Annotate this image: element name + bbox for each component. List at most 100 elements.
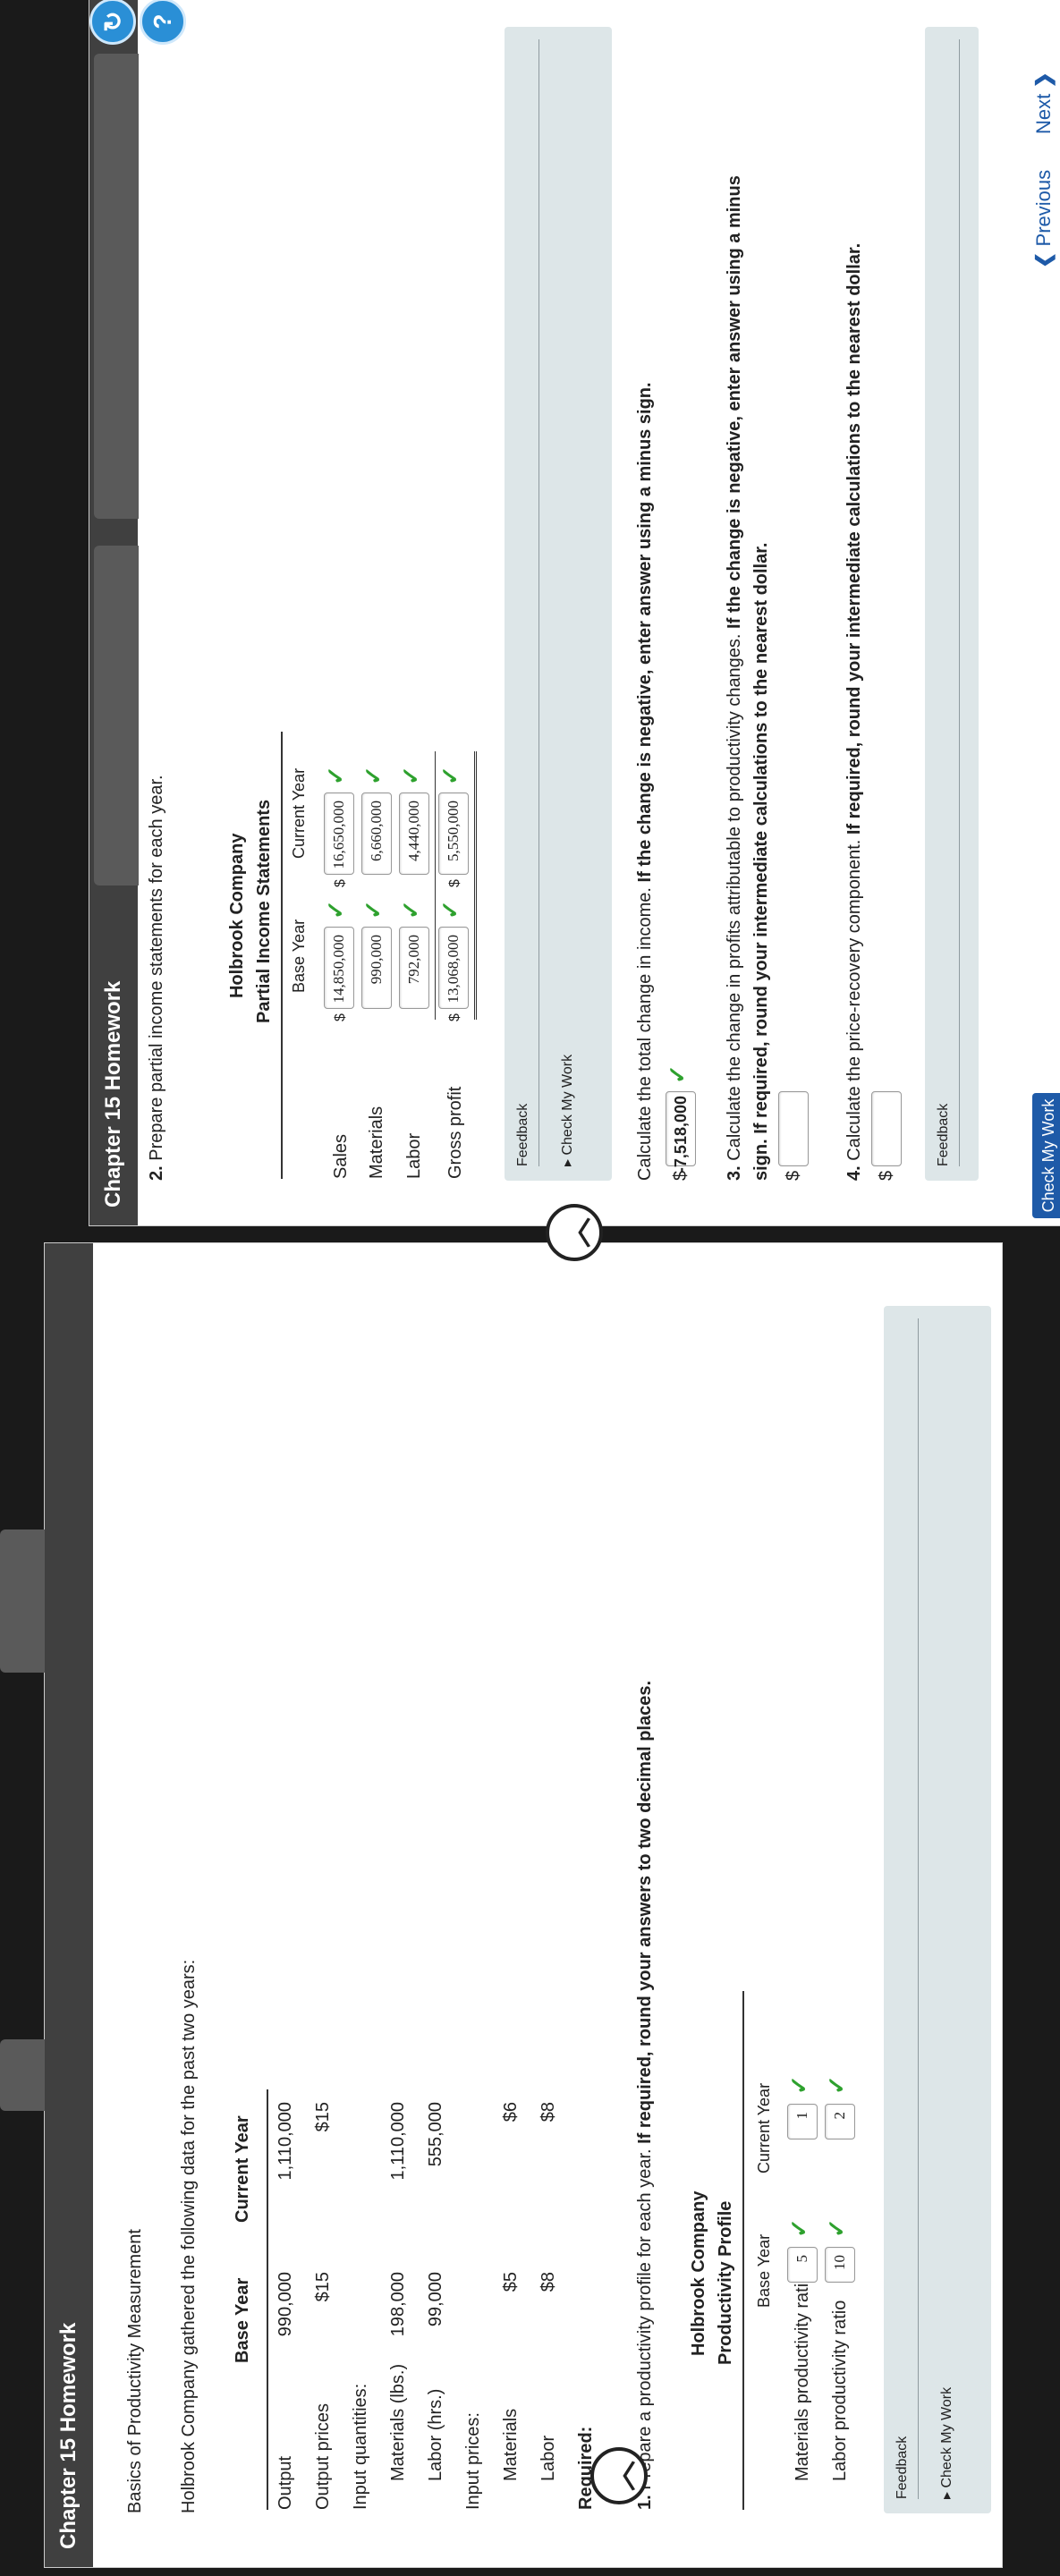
statement-company: Holbrook Company bbox=[227, 833, 247, 998]
statement-title-line bbox=[281, 732, 283, 1179]
previous-button[interactable]: ❮ Previous bbox=[1032, 170, 1056, 268]
dollar-sign: $ bbox=[447, 1013, 462, 1021]
panel2-tab-1[interactable] bbox=[94, 54, 139, 519]
feedback-box bbox=[505, 27, 612, 1181]
panel1-tab-1[interactable] bbox=[0, 2039, 45, 2111]
feedback-label: Feedback bbox=[936, 1103, 951, 1166]
row-label: Output prices bbox=[313, 2403, 333, 2510]
row-label: Output bbox=[276, 2455, 295, 2510]
correct-check-icon: ✓ bbox=[437, 766, 463, 785]
correct-check-icon: ✓ bbox=[785, 2075, 812, 2095]
row-base: 198,000 bbox=[388, 2272, 408, 2337]
profile-col-current: Current Year bbox=[755, 2082, 773, 2174]
row-current: $6 bbox=[501, 2102, 521, 2123]
statement-row-label: Sales bbox=[331, 1133, 351, 1179]
labor-ratio-current-input[interactable]: 2 bbox=[825, 2104, 855, 2140]
feedback-divider bbox=[538, 39, 539, 1166]
homework-panel-1: Chapter 15 Homework Basics of Productivi… bbox=[45, 1243, 1002, 2567]
statement-col-base: Base Year bbox=[290, 919, 308, 993]
labor-current-input[interactable]: 4,440,000 bbox=[399, 792, 429, 875]
subtotal-line bbox=[435, 751, 436, 1020]
row-current: $15 bbox=[313, 2102, 333, 2132]
panel1-header: Chapter 15 Homework bbox=[45, 1243, 93, 2567]
homework-panel-2: Chapter 15 Homework 2. Prepare partial i… bbox=[89, 0, 1060, 1225]
labor-ratio-base-input[interactable]: 10 bbox=[825, 2247, 855, 2283]
panel2-tab-2[interactable] bbox=[94, 546, 139, 886]
check-my-work-button[interactable]: Check My Work bbox=[1032, 1093, 1060, 1218]
collapse-up-icon[interactable]: ︿ bbox=[590, 2447, 648, 2504]
row-label: Input prices: bbox=[463, 2412, 483, 2510]
row-current: 1,110,000 bbox=[276, 2102, 295, 2181]
materials-ratio-base-input[interactable]: 5 bbox=[787, 2247, 818, 2283]
dollar-sign: $ bbox=[784, 1170, 803, 1181]
chevron-left-icon: ❮ bbox=[1032, 251, 1055, 268]
materials-ratio-current-input[interactable]: 1 bbox=[787, 2104, 818, 2140]
collapse-up-icon[interactable]: ︿ bbox=[546, 1204, 603, 1261]
statement-row-label: Materials bbox=[367, 1106, 386, 1179]
refresh-icon[interactable]: ↻ bbox=[89, 0, 136, 45]
gross-profit-base-input[interactable]: 13,068,000 bbox=[438, 927, 469, 1009]
profile-title: Productivity Profile bbox=[716, 2200, 735, 2365]
question-3-line1: 3. Calculate the change in profits attri… bbox=[725, 175, 745, 1181]
problem-intro: Holbrook Company gathered the following … bbox=[179, 1959, 199, 2513]
total-double-line bbox=[474, 751, 477, 1020]
q4-instruction: If required, round your intermediate cal… bbox=[844, 242, 864, 835]
correct-check-icon: ✓ bbox=[360, 900, 386, 919]
feedback-divider bbox=[959, 39, 960, 1166]
q3-text: Calculate the change in profits attribut… bbox=[725, 633, 744, 1161]
row-base: 990,000 bbox=[276, 2272, 295, 2337]
gross-profit-current-input[interactable]: 5,550,000 bbox=[438, 792, 469, 875]
statement-title: Partial Income Statements bbox=[254, 799, 274, 1023]
q1-instruction: If required, round your answers to two d… bbox=[635, 1680, 655, 2144]
labor-base-input[interactable]: 792,000 bbox=[399, 927, 429, 1009]
sales-current-input[interactable]: 16,650,000 bbox=[324, 792, 354, 875]
total-change-instruction: If the change is negative, enter answer … bbox=[635, 382, 655, 883]
total-change-input[interactable]: -7,518,000 bbox=[666, 1091, 696, 1173]
row-current: 1,110,000 bbox=[388, 2102, 408, 2181]
row-label: Labor (hrs.) bbox=[426, 2388, 445, 2481]
productivity-change-input[interactable] bbox=[778, 1091, 809, 1166]
correct-check-icon: ✓ bbox=[823, 2218, 850, 2238]
feedback-label: Feedback bbox=[895, 2436, 910, 2499]
check-my-work-link[interactable]: ▸ Check My Work bbox=[937, 2387, 955, 2499]
question-2: 2. Prepare partial income statements for… bbox=[147, 775, 167, 1181]
sales-base-input[interactable]: 14,850,000 bbox=[324, 927, 354, 1009]
help-icon[interactable]: ? bbox=[140, 0, 186, 45]
next-button[interactable]: Next ❯ bbox=[1032, 72, 1056, 134]
correct-check-icon: ✓ bbox=[437, 900, 463, 919]
row-label: Input quantities: bbox=[351, 2383, 370, 2510]
price-recovery-input[interactable] bbox=[871, 1091, 902, 1166]
data-col-current: Current Year bbox=[233, 2115, 252, 2223]
panel1-tab-2[interactable] bbox=[0, 1530, 45, 1673]
statement-row-label: Labor bbox=[404, 1132, 424, 1179]
feedback-label: Feedback bbox=[515, 1103, 530, 1166]
row-base: 99,000 bbox=[426, 2272, 445, 2327]
panel2-header-title: Chapter 15 Homework bbox=[101, 980, 125, 1208]
dollar-sign: $ bbox=[333, 1013, 348, 1021]
question-3-line2: sign. If required, round your intermedia… bbox=[751, 542, 771, 1181]
dollar-sign: $ bbox=[447, 879, 462, 887]
data-col-base: Base Year bbox=[233, 2277, 252, 2363]
materials-base-input[interactable]: 990,000 bbox=[361, 927, 392, 1009]
problem-title: Basics of Productivity Measurement bbox=[125, 2229, 145, 2513]
feedback-box bbox=[925, 27, 979, 1181]
next-label: Next bbox=[1032, 93, 1055, 134]
materials-current-input[interactable]: 6,660,000 bbox=[361, 792, 392, 875]
dollar-sign: $ bbox=[333, 879, 348, 887]
row-base: $8 bbox=[538, 2272, 558, 2292]
correct-check-icon: ✓ bbox=[397, 900, 424, 919]
q2-number: 2. bbox=[147, 1165, 166, 1181]
dollar-sign: $ bbox=[877, 1170, 896, 1181]
check-my-work-link[interactable]: ▸ Check My Work bbox=[558, 1055, 576, 1166]
correct-check-icon: ✓ bbox=[322, 766, 349, 785]
row-label: Labor bbox=[538, 2435, 558, 2481]
q2-text: Prepare partial income statements for ea… bbox=[147, 775, 166, 1161]
correct-check-icon: ✓ bbox=[397, 766, 424, 785]
feedback-divider bbox=[918, 1318, 919, 2499]
feedback-box bbox=[884, 1306, 991, 2513]
correct-check-icon: ✓ bbox=[360, 766, 386, 785]
rotated-stage: Chapter 15 Homework Basics of Productivi… bbox=[0, 0, 1060, 2576]
panel1-body: Basics of Productivity Measurement Holbr… bbox=[93, 1243, 1002, 2567]
q3-number: 3. bbox=[725, 1165, 744, 1181]
question-4: 4. Calculate the price-recovery componen… bbox=[844, 243, 865, 1181]
